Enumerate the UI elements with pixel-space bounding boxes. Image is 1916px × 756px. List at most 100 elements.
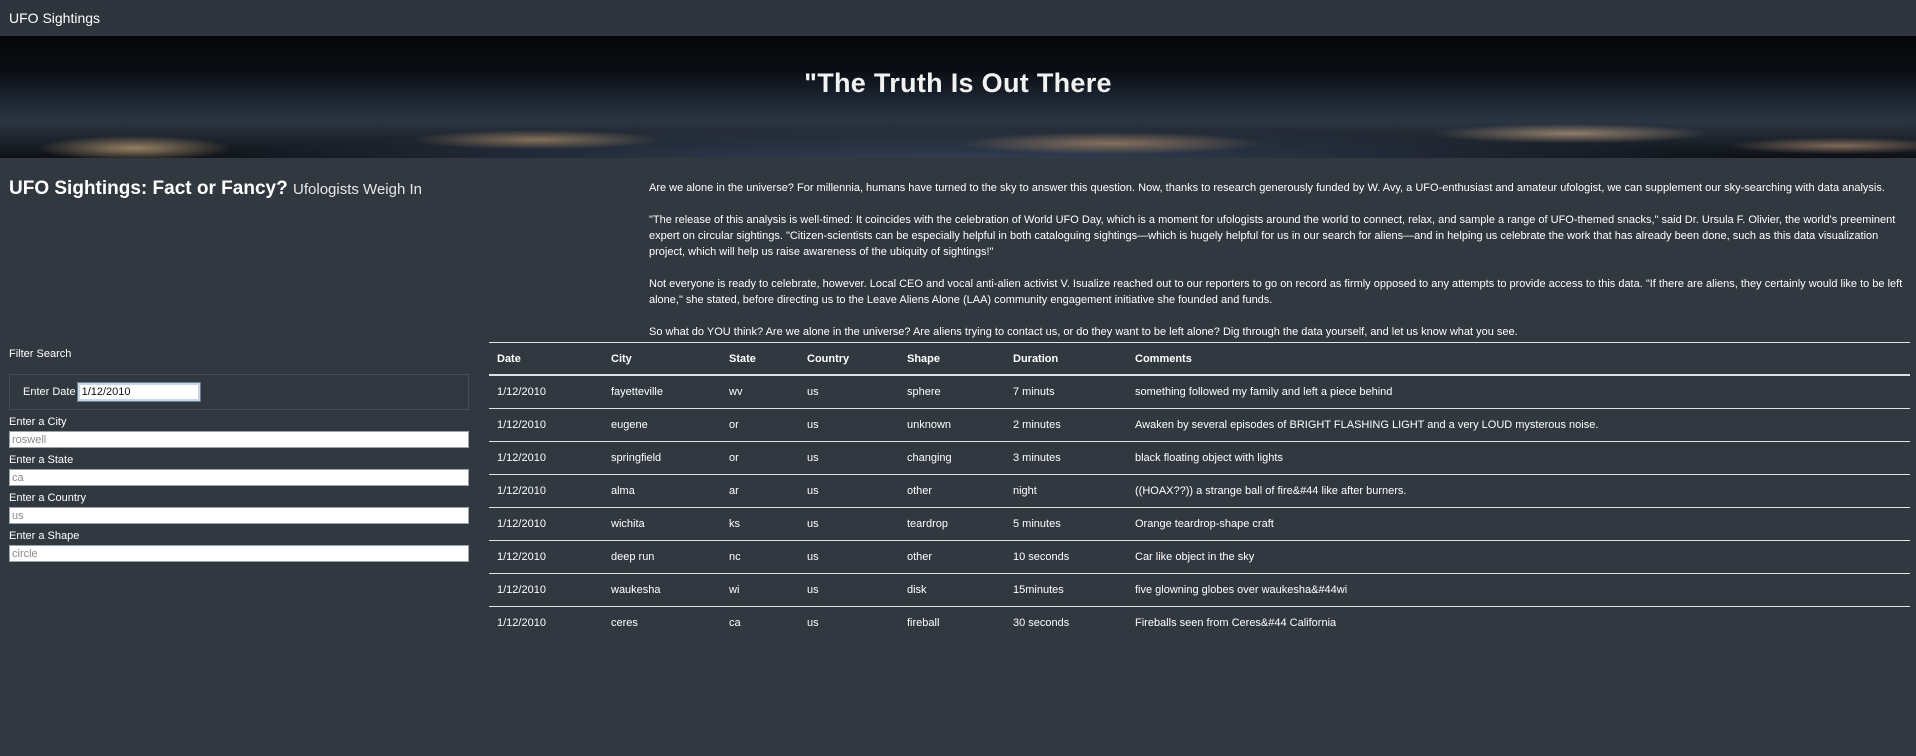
state-input[interactable] bbox=[9, 469, 469, 486]
sightings-table-wrapper: Date City State Country Shape Duration C… bbox=[489, 342, 1910, 639]
table-row: 1/12/2010 wichita ks us teardrop 5 minut… bbox=[489, 507, 1910, 541]
cell-shape: unknown bbox=[899, 408, 1005, 442]
cell-shape: disk bbox=[899, 573, 1005, 607]
cell-duration: night bbox=[1005, 474, 1127, 508]
cell-state: ca bbox=[729, 617, 741, 629]
article-body: Are we alone in the universe? For millen… bbox=[649, 180, 1904, 356]
headline-sub: Ufologists Weigh In bbox=[293, 181, 422, 198]
cell-date: 1/12/2010 bbox=[489, 474, 603, 508]
filter-panel: Filter Search Enter Date Enter a City En… bbox=[9, 348, 469, 562]
table-row: 1/12/2010 ceres ca us fireball 30 second… bbox=[489, 607, 1910, 640]
cell-country: us bbox=[799, 375, 899, 409]
cell-duration: 15minutes bbox=[1005, 573, 1127, 607]
state-label: Enter a State bbox=[9, 454, 74, 466]
cell-duration: 2 minutes bbox=[1005, 408, 1127, 442]
cell-state: nc bbox=[721, 540, 799, 574]
cell-city: fayetteville bbox=[603, 375, 721, 409]
cell-date: 1/12/2010 bbox=[489, 375, 603, 409]
shape-input[interactable] bbox=[9, 545, 469, 562]
header-country: Country bbox=[799, 342, 899, 376]
navbar: UFO Sightings bbox=[0, 0, 1916, 36]
cell-date: 1/12/2010 bbox=[489, 408, 603, 442]
cell-date: 1/12/2010 bbox=[489, 441, 603, 475]
cell-city: eugene bbox=[603, 408, 721, 442]
cell-city: ceres bbox=[611, 617, 638, 629]
cell-city: deep run bbox=[603, 540, 721, 574]
cell-state: ar bbox=[721, 474, 799, 508]
table-row: 1/12/2010 alma ar us other night ((HOAX?… bbox=[489, 474, 1910, 508]
shape-label: Enter a Shape bbox=[9, 530, 80, 542]
cell-duration: 30 seconds bbox=[1013, 617, 1070, 629]
cell-shape: other bbox=[899, 474, 1005, 508]
table-row: 1/12/2010 fayetteville wv us sphere 7 mi… bbox=[489, 375, 1910, 409]
cell-country: us bbox=[799, 507, 899, 541]
intro-section: UFO Sightings: Fact or Fancy? Ufologists… bbox=[0, 158, 1916, 348]
cell-comments: Car like object in the sky bbox=[1127, 540, 1910, 574]
hero-banner: "The Truth Is Out There bbox=[0, 36, 1916, 158]
date-label: Enter Date bbox=[23, 386, 76, 398]
cell-comments: Awaken by several episodes of BRIGHT FLA… bbox=[1127, 408, 1910, 442]
country-input[interactable] bbox=[9, 507, 469, 524]
cell-duration: 5 minutes bbox=[1005, 507, 1127, 541]
cell-country: us bbox=[799, 408, 899, 442]
article-paragraph: "The release of this analysis is well-ti… bbox=[649, 214, 1896, 258]
cell-country: us bbox=[807, 617, 819, 629]
headline-main: UFO Sightings: Fact or Fancy? bbox=[9, 178, 288, 199]
cell-state: or bbox=[721, 441, 799, 475]
city-label: Enter a City bbox=[9, 416, 67, 428]
cell-city: wichita bbox=[603, 507, 721, 541]
cell-duration: 10 seconds bbox=[1005, 540, 1127, 574]
cell-city: alma bbox=[603, 474, 721, 508]
article-paragraph: Are we alone in the universe? For millen… bbox=[649, 182, 1885, 194]
cell-state: wv bbox=[721, 375, 799, 409]
table-header-row: Date City State Country Shape Duration C… bbox=[489, 342, 1910, 376]
table-row: 1/12/2010 eugene or us unknown 2 minutes… bbox=[489, 408, 1910, 442]
filter-title: Filter Search bbox=[9, 348, 72, 360]
cell-comments: five glowning globes over waukesha&#44wi bbox=[1127, 573, 1910, 607]
cell-state: ks bbox=[721, 507, 799, 541]
date-filter-group: Enter Date bbox=[9, 374, 469, 410]
cell-duration: 7 minuts bbox=[1005, 375, 1127, 409]
article-paragraph: So what do YOU think? Are we alone in th… bbox=[649, 326, 1518, 338]
cell-date: 1/12/2010 bbox=[497, 617, 546, 629]
navbar-brand[interactable]: UFO Sightings bbox=[9, 10, 100, 26]
cell-comments: ((HOAX??)) a strange ball of fire&#44 li… bbox=[1127, 474, 1910, 508]
article-paragraph: Not everyone is ready to celebrate, howe… bbox=[649, 278, 1903, 306]
table-row: 1/12/2010 waukesha wi us disk 15minutes … bbox=[489, 573, 1910, 607]
sightings-table: Date City State Country Shape Duration C… bbox=[489, 342, 1910, 639]
cell-state: or bbox=[721, 408, 799, 442]
header-comments: Comments bbox=[1127, 342, 1910, 376]
cell-shape: changing bbox=[899, 441, 1005, 475]
cell-country: us bbox=[799, 441, 899, 475]
cell-date: 1/12/2010 bbox=[489, 540, 603, 574]
cell-country: us bbox=[799, 573, 899, 607]
cell-comments: something followed my family and left a … bbox=[1127, 375, 1910, 409]
header-city: City bbox=[603, 342, 721, 376]
cell-country: us bbox=[799, 474, 899, 508]
header-state: State bbox=[721, 342, 799, 376]
header-duration: Duration bbox=[1005, 342, 1127, 376]
cell-shape: fireball bbox=[907, 617, 940, 629]
cell-country: us bbox=[799, 540, 899, 574]
table-row: 1/12/2010 deep run nc us other 10 second… bbox=[489, 540, 1910, 574]
header-date: Date bbox=[489, 342, 603, 376]
cell-date: 1/12/2010 bbox=[489, 573, 603, 607]
cell-city: waukesha bbox=[603, 573, 721, 607]
article-headline: UFO Sightings: Fact or Fancy? Ufologists… bbox=[9, 178, 422, 200]
cell-duration: 3 minutes bbox=[1005, 441, 1127, 475]
cell-comments: Orange teardrop-shape craft bbox=[1127, 507, 1910, 541]
cell-date: 1/12/2010 bbox=[489, 507, 603, 541]
cell-shape: other bbox=[899, 540, 1005, 574]
hero-title: "The Truth Is Out There bbox=[804, 68, 1112, 99]
cell-city: springfield bbox=[603, 441, 721, 475]
cell-comments: black floating object with lights bbox=[1127, 441, 1910, 475]
cell-shape: teardrop bbox=[899, 507, 1005, 541]
country-label: Enter a Country bbox=[9, 492, 87, 504]
date-input[interactable] bbox=[76, 382, 201, 402]
cell-comments: Fireballs seen from Ceres&#44 California bbox=[1135, 617, 1337, 629]
cell-state: wi bbox=[721, 573, 799, 607]
header-shape: Shape bbox=[899, 342, 1005, 376]
table-row: 1/12/2010 springfield or us changing 3 m… bbox=[489, 441, 1910, 475]
cell-shape: sphere bbox=[899, 375, 1005, 409]
city-input[interactable] bbox=[9, 431, 469, 448]
